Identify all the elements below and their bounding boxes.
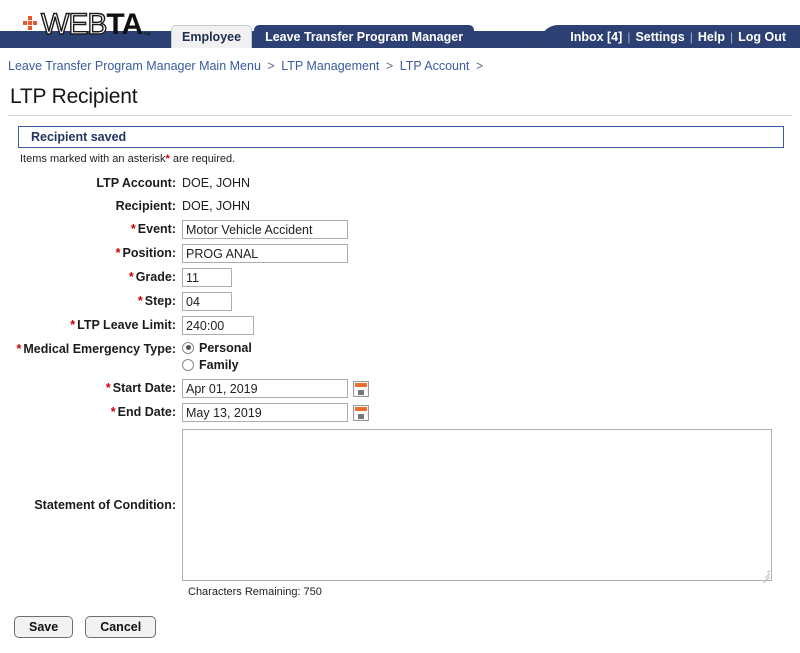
field-row-start-date: * Start Date: [0, 379, 800, 398]
required-note-after: are required. [169, 153, 236, 165]
start-date-input[interactable] [182, 379, 348, 398]
main-tabs: Employee Leave Transfer Program Manager [171, 25, 475, 48]
recipient-value: DOE, JOHN [182, 199, 251, 213]
required-asterisk: * [16, 342, 22, 356]
step-input[interactable] [182, 292, 232, 311]
page-title: LTP Recipient [10, 85, 138, 108]
event-input[interactable] [182, 220, 348, 239]
field-row-end-date: * End Date: [0, 403, 800, 422]
breadcrumb-item-ltp-account[interactable]: LTP Account [400, 59, 470, 73]
required-asterisk: * [130, 222, 136, 236]
required-asterisk: * [110, 405, 116, 419]
cancel-button[interactable]: Cancel [85, 616, 157, 638]
tab-leave-transfer-program-manager[interactable]: Leave Transfer Program Manager [254, 25, 475, 48]
radio-personal-label: Personal [199, 340, 252, 355]
statement-of-condition-textarea[interactable] [182, 429, 772, 581]
ltp-account-value: DOE, JOHN [182, 176, 251, 190]
nav-settings-link[interactable]: Settings [635, 30, 684, 44]
start-date-label: * Start Date: [0, 379, 182, 397]
grade-input[interactable] [182, 268, 232, 287]
form-actions: Save Cancel [14, 616, 800, 638]
field-row-grade: * Grade: [0, 268, 800, 287]
field-row-statement-of-condition: Statement of Condition: [0, 429, 800, 584]
start-date-calendar-icon[interactable] [353, 381, 369, 397]
nav-help-link[interactable]: Help [698, 30, 725, 44]
logo-dots-icon [22, 16, 40, 34]
ltp-leave-limit-label-text: LTP Leave Limit: [77, 318, 176, 332]
app-header: WEB TA ™ Employee Leave Transfer Program… [0, 0, 800, 50]
position-label: * Position: [0, 244, 182, 262]
statement-of-condition-label: Statement of Condition: [34, 498, 176, 512]
characters-remaining-counter: Characters Remaining: 750 [188, 586, 322, 598]
breadcrumb-item-ltp-management[interactable]: LTP Management [281, 59, 379, 73]
radio-family-icon[interactable] [182, 358, 194, 371]
ltp-recipient-form: LTP Account: DOE, JOHN Recipient: DOE, J… [0, 174, 800, 638]
status-message-box: Recipient saved [18, 126, 784, 148]
webta-logo: WEB TA ™ [22, 6, 151, 40]
radio-option-personal[interactable]: Personal [182, 340, 252, 355]
title-divider [8, 115, 792, 116]
breadcrumb-separator: > [267, 59, 275, 73]
required-asterisk: * [105, 381, 111, 395]
field-row-recipient: Recipient: DOE, JOHN [0, 197, 800, 215]
nav-separator: | [729, 29, 734, 44]
end-date-calendar-icon[interactable] [353, 405, 369, 421]
event-label: * Event: [0, 220, 182, 238]
required-asterisk: * [128, 270, 134, 284]
breadcrumb-item-main-menu[interactable]: Leave Transfer Program Manager Main Menu [8, 59, 261, 73]
required-fields-note: Items marked with an asterisk* are requi… [20, 153, 800, 165]
ltp-account-label: LTP Account: [96, 176, 176, 190]
required-asterisk: * [70, 318, 76, 332]
breadcrumb: Leave Transfer Program Manager Main Menu… [0, 50, 800, 81]
step-label-text: Step: [144, 294, 176, 308]
grade-label: * Grade: [0, 268, 182, 286]
radio-family-label: Family [199, 357, 239, 372]
radio-option-family[interactable]: Family [182, 357, 252, 372]
nav-separator: | [627, 29, 631, 44]
user-nav: Inbox [4] | Settings | Help | Log Out [540, 25, 800, 48]
field-row-event: * Event: [0, 220, 800, 239]
ltp-leave-limit-label: * LTP Leave Limit: [0, 316, 182, 334]
save-button[interactable]: Save [14, 616, 74, 638]
tab-employee[interactable]: Employee [171, 25, 253, 48]
end-date-label-text: End Date: [117, 405, 176, 419]
event-label-text: Event: [137, 222, 176, 236]
tab-leave-transfer-program-manager-label: Leave Transfer Program Manager [265, 30, 464, 44]
position-input[interactable] [182, 244, 348, 263]
end-date-label: * End Date: [0, 403, 182, 421]
medical-emergency-type-label-text: Medical Emergency Type: [23, 342, 176, 356]
field-row-ltp-account: LTP Account: DOE, JOHN [0, 174, 800, 192]
medical-emergency-type-radio-group: Personal Family [182, 340, 252, 374]
ltp-leave-limit-input[interactable] [182, 316, 254, 335]
field-row-ltp-leave-limit: * LTP Leave Limit: [0, 316, 800, 335]
status-message-text: Recipient saved [31, 130, 127, 144]
tab-employee-label: Employee [182, 30, 242, 44]
start-date-label-text: Start Date: [112, 381, 176, 395]
radio-personal-icon[interactable] [182, 341, 194, 354]
nav-separator: | [689, 29, 693, 44]
recipient-label: Recipient: [115, 199, 176, 213]
position-label-text: Position: [122, 246, 176, 260]
logo-ta-text: TA [106, 8, 143, 41]
grade-label-text: Grade: [135, 270, 176, 284]
end-date-input[interactable] [182, 403, 348, 422]
step-label: * Step: [0, 292, 182, 310]
required-asterisk: * [137, 294, 143, 308]
medical-emergency-type-label: * Medical Emergency Type: [0, 340, 182, 358]
required-asterisk: * [115, 246, 121, 260]
logo-trademark-icon: ™ [143, 31, 152, 40]
statement-of-condition-wrapper [182, 429, 772, 584]
required-note-before: Items marked with an asterisk [20, 153, 166, 165]
field-row-position: * Position: [0, 244, 800, 263]
breadcrumb-separator-trailing: > [475, 59, 484, 73]
breadcrumb-separator: > [385, 59, 394, 73]
field-row-medical-emergency-type: * Medical Emergency Type: Personal Family [0, 340, 800, 374]
logo-web-text: WEB [40, 8, 108, 41]
nav-inbox-link[interactable]: Inbox [4] [570, 30, 622, 44]
field-row-step: * Step: [0, 292, 800, 311]
nav-logout-link[interactable]: Log Out [738, 30, 786, 44]
